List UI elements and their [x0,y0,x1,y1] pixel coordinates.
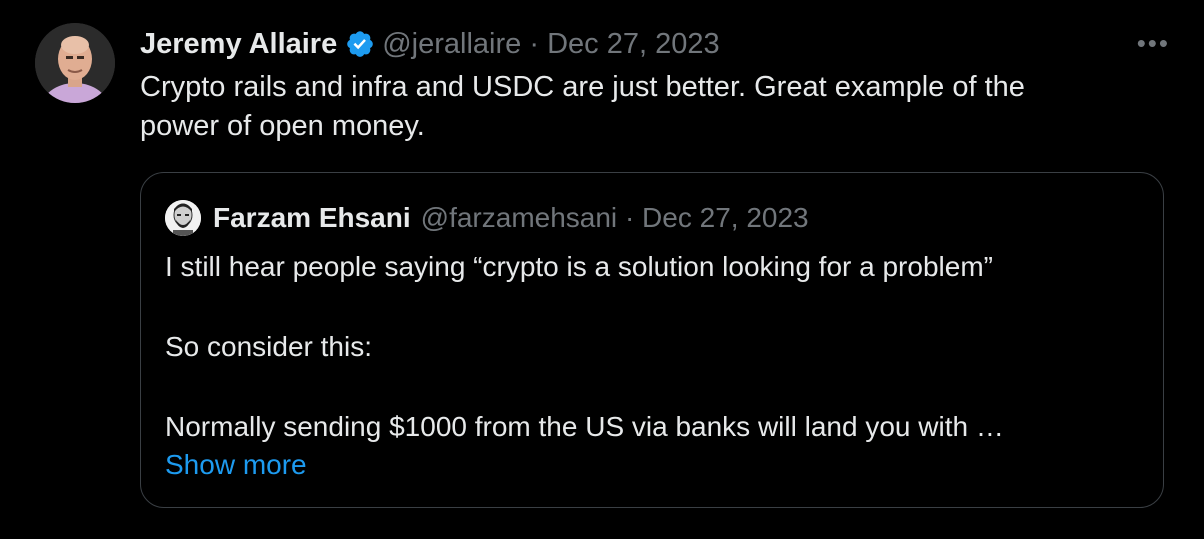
quoted-author-handle[interactable]: @farzamehsani [421,202,618,234]
quoted-author-avatar[interactable] [165,200,201,236]
show-more-link[interactable]: Show more [165,445,307,485]
author-name[interactable]: Jeremy Allaire [140,28,337,61]
quoted-tweet-header: Farzam Ehsani @farzamehsani · Dec 27, 20… [165,200,809,236]
author-avatar-image [35,23,115,103]
meta-separator: · [529,27,540,60]
quoted-tweet-text: I still hear people saying “crypto is a … [165,251,1004,442]
author-avatar[interactable] [35,23,115,103]
quoted-author-avatar-image [165,200,201,236]
more-options-icon[interactable]: ••• [1137,30,1170,56]
quoted-tweet-date[interactable]: Dec 27, 2023 [642,202,809,234]
tweet-date[interactable]: Dec 27, 2023 [547,28,720,61]
quoted-tweet[interactable]: Farzam Ehsani @farzamehsani · Dec 27, 20… [140,172,1164,508]
author-handle[interactable]: @jerallaire [382,28,521,61]
tweet-header: Jeremy Allaire @jerallaire · Dec 27, 202… [140,24,720,64]
quoted-meta-separator: · [624,202,635,233]
tweet[interactable]: Jeremy Allaire @jerallaire · Dec 27, 202… [0,0,1204,539]
quoted-author-name[interactable]: Farzam Ehsani [213,202,411,234]
verified-badge-icon [345,29,375,59]
tweet-text: Crypto rails and infra and USDC are just… [140,71,1025,142]
